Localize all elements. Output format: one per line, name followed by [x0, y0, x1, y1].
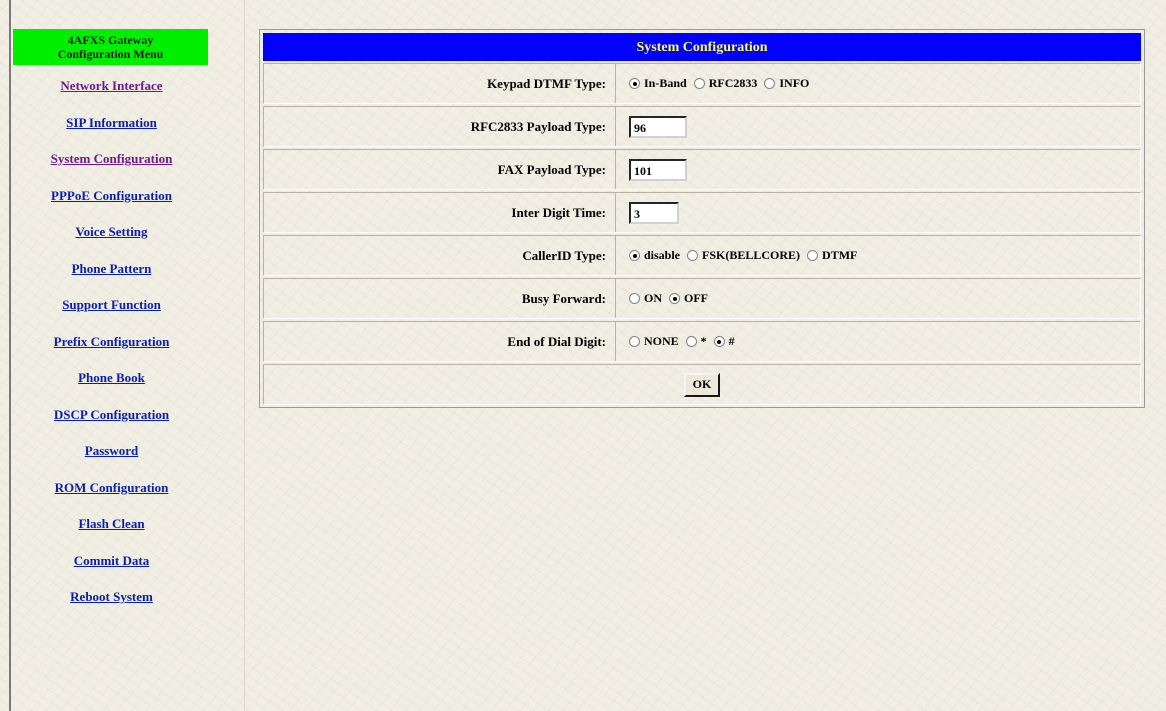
busy-forward-option-on[interactable]: ON — [629, 291, 662, 306]
inter-digit-time-value-cell: 3 — [619, 193, 1140, 232]
rfc2833-payload-input[interactable]: 96 — [629, 115, 687, 138]
callerid-type-options: disable FSK(BELLCORE) DTMF — [619, 236, 1140, 275]
callerid-type-label: CallerID Type: — [264, 236, 616, 275]
menu-header: 4AFXS Gateway Configuration Menu — [13, 29, 208, 65]
row-fax-payload: FAX Payload Type: 101 — [263, 149, 1141, 190]
radio-info-label: INFO — [779, 76, 810, 90]
busy-forward-options: ON OFF — [619, 279, 1140, 318]
radio-inband[interactable] — [629, 78, 640, 89]
radio-callerid-disable[interactable] — [629, 250, 640, 261]
fax-payload-label: FAX Payload Type: — [264, 150, 616, 189]
ok-button[interactable]: OK — [684, 372, 720, 397]
callerid-option-disable[interactable]: disable — [629, 248, 680, 263]
radio-callerid-dtmf[interactable] — [807, 250, 819, 261]
system-configuration-panel: System Configuration Keypad DTMF Type: I… — [259, 29, 1145, 408]
sidebar-item-prefix-configuration[interactable]: Prefix Configuration — [14, 324, 209, 361]
sidebar-item-phone-book[interactable]: Phone Book — [14, 360, 209, 397]
sidebar-item-rom-configuration[interactable]: ROM Configuration — [14, 470, 209, 507]
keypad-dtmf-options: In-Band RFC2833 INFO — [619, 64, 1140, 103]
radio-rfc2833-label: RFC2833 — [708, 76, 758, 90]
sidebar-item-dscp-configuration[interactable]: DSCP Configuration — [14, 397, 209, 434]
rfc2833-payload-value-cell: 96 — [619, 107, 1140, 146]
radio-busy-on-label: ON — [644, 291, 662, 305]
sidebar-item-commit-data[interactable]: Commit Data — [14, 543, 209, 580]
busy-forward-option-off[interactable]: OFF — [669, 291, 708, 306]
radio-busy-off-label: OFF — [684, 291, 708, 305]
radio-callerid-disable-label: disable — [644, 248, 681, 262]
sidebar-item-flash-clean[interactable]: Flash Clean — [14, 506, 209, 543]
row-ok: OK — [263, 364, 1141, 405]
row-callerid-type: CallerID Type: disable FSK(BELLCORE) DTM… — [263, 235, 1141, 276]
radio-inband-label: In-Band — [644, 76, 687, 90]
radio-busy-on[interactable] — [629, 293, 640, 304]
inter-digit-time-label: Inter Digit Time: — [264, 193, 616, 232]
radio-end-star-label: * — [700, 334, 707, 348]
menu-header-line1: 4AFXS Gateway — [67, 33, 154, 47]
keypad-dtmf-option-rfc2833[interactable]: RFC2833 — [693, 76, 758, 91]
fax-payload-value-cell: 101 — [619, 150, 1140, 189]
inter-digit-time-input[interactable]: 3 — [629, 201, 679, 224]
sidebar-item-reboot-system[interactable]: Reboot System — [14, 579, 209, 616]
radio-end-hash[interactable] — [713, 336, 725, 347]
radio-rfc2833[interactable] — [693, 78, 705, 89]
sidebar-item-voice-setting[interactable]: Voice Setting — [14, 214, 209, 251]
fax-payload-input[interactable]: 101 — [629, 158, 687, 181]
keypad-dtmf-option-inband[interactable]: In-Band — [629, 76, 687, 91]
busy-forward-label: Busy Forward: — [264, 279, 616, 318]
sidebar-menu: Network Interface SIP Information System… — [14, 68, 209, 616]
sidebar-item-support-function[interactable]: Support Function — [14, 287, 209, 324]
callerid-option-fsk[interactable]: FSK(BELLCORE) — [687, 248, 800, 263]
sidebar-item-password[interactable]: Password — [14, 433, 209, 470]
sidebar-item-system-configuration[interactable]: System Configuration — [14, 141, 209, 178]
panel-title: System Configuration — [263, 33, 1141, 61]
sidebar-item-sip-information[interactable]: SIP Information — [14, 105, 209, 142]
radio-busy-off[interactable] — [669, 293, 680, 304]
row-inter-digit-time: Inter Digit Time: 3 — [263, 192, 1141, 233]
row-end-of-dial-digit: End of Dial Digit: NONE * # — [263, 321, 1141, 362]
rfc2833-payload-label: RFC2833 Payload Type: — [264, 107, 616, 146]
end-of-dial-digit-options: NONE * # — [619, 322, 1140, 361]
radio-end-none-label: NONE — [644, 334, 679, 348]
keypad-dtmf-option-info[interactable]: INFO — [764, 76, 809, 91]
menu-header-line2: Configuration Menu — [57, 47, 164, 61]
end-dial-option-none[interactable]: NONE — [629, 334, 679, 349]
callerid-option-dtmf[interactable]: DTMF — [807, 248, 857, 263]
radio-end-hash-label: # — [728, 334, 735, 348]
end-of-dial-digit-label: End of Dial Digit: — [264, 322, 616, 361]
sidebar-item-network-interface[interactable]: Network Interface — [14, 68, 209, 105]
row-rfc2833-payload: RFC2833 Payload Type: 96 — [263, 106, 1141, 147]
keypad-dtmf-label: Keypad DTMF Type: — [264, 64, 616, 103]
radio-callerid-fsk-label: FSK(BELLCORE) — [702, 248, 801, 262]
sidebar-item-pppoe-configuration[interactable]: PPPoE Configuration — [14, 178, 209, 215]
radio-callerid-fsk[interactable] — [687, 250, 699, 261]
sidebar-item-phone-pattern[interactable]: Phone Pattern — [14, 251, 209, 288]
row-keypad-dtmf: Keypad DTMF Type: In-Band RFC2833 INFO — [263, 63, 1141, 104]
radio-info[interactable] — [764, 78, 776, 89]
radio-callerid-dtmf-label: DTMF — [822, 248, 858, 262]
radio-end-star[interactable] — [685, 336, 697, 347]
radio-end-none[interactable] — [629, 336, 640, 347]
end-dial-option-hash[interactable]: # — [713, 334, 735, 349]
end-dial-option-star[interactable]: * — [685, 334, 707, 349]
row-busy-forward: Busy Forward: ON OFF — [263, 278, 1141, 319]
